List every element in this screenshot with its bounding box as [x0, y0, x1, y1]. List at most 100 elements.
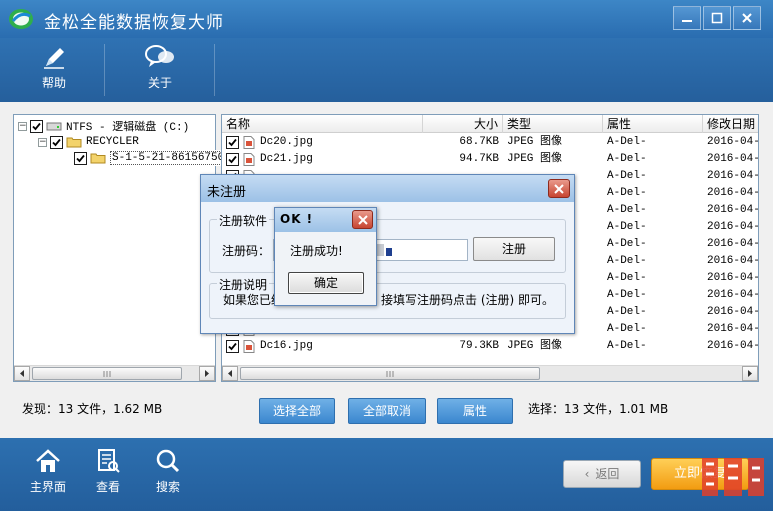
help-pen-icon — [44, 48, 64, 69]
cell-name: Dc20.jpg — [260, 136, 313, 148]
title-bar: 金松全能数据恢复大师 — [0, 0, 773, 38]
dialog-close-button[interactable] — [548, 179, 570, 198]
checkmark-icon — [52, 138, 61, 146]
list-hscrollbar[interactable] — [222, 365, 758, 381]
scroll-thumb[interactable] — [240, 367, 540, 380]
search-nav-button[interactable]: 搜索 — [142, 448, 194, 495]
checkbox[interactable] — [74, 151, 87, 165]
cell-date: 2016-04-1 — [707, 340, 758, 352]
tree-node-sid-folder[interactable]: S-1-5-21-86156750 — [74, 150, 227, 166]
home-label: 主界面 — [29, 480, 66, 494]
tree-expander[interactable]: − — [18, 121, 27, 131]
column-header-name[interactable]: 名称 — [222, 115, 423, 133]
cell-date: 2016-04-1 — [707, 136, 758, 148]
checkmark-icon — [228, 342, 237, 351]
input-redaction — [376, 244, 384, 256]
cell-attr: A-Del- — [607, 289, 647, 301]
view-nav-button[interactable]: 查看 — [82, 448, 134, 495]
column-header-size[interactable]: 大小 — [423, 115, 503, 133]
cell-date: 2016-04-1 — [707, 255, 758, 267]
tree-label: NTFS - 逻辑磁盘 (C:) — [66, 122, 190, 134]
scroll-left-button[interactable] — [14, 366, 30, 381]
cell-attr: A-Del- — [607, 170, 647, 182]
help-button[interactable]: 帮助 — [20, 44, 88, 98]
scroll-thumb[interactable] — [32, 367, 182, 380]
search-label: 搜索 — [155, 480, 180, 494]
cell-attr: A-Del- — [607, 187, 647, 199]
cell-type: JPEG 图像 — [507, 136, 563, 148]
drive-icon — [46, 122, 62, 131]
table-row[interactable]: Dc16.jpg 79.3KB JPEG 图像 A-Del- 2016-04-1 — [222, 338, 758, 355]
maximize-button[interactable] — [703, 6, 731, 30]
arrow-right-icon — [748, 370, 752, 377]
list-header: 名称 大小 类型 属性 修改日期 — [222, 115, 758, 133]
cell-date: 2016-04-1 — [707, 289, 758, 301]
register-button[interactable]: 注册 — [473, 237, 555, 261]
messagebox-titlebar: OK ! — [275, 208, 376, 232]
folder-icon — [66, 137, 82, 148]
tree-expander[interactable]: − — [38, 137, 47, 147]
checkmark-icon — [76, 154, 85, 162]
grip-icon — [386, 370, 394, 377]
row-checkbox[interactable] — [226, 136, 239, 149]
messagebox-close-button[interactable] — [352, 210, 373, 229]
grip-icon — [103, 370, 111, 377]
cell-attr: A-Del- — [607, 272, 647, 284]
column-header-type[interactable]: 类型 — [503, 115, 603, 133]
group-label: 注册软件 — [217, 212, 270, 229]
help-text-right: 接填写注册码点击 (注册) 即可。 — [381, 293, 554, 307]
app-logo-icon — [9, 9, 33, 29]
minimize-button[interactable] — [673, 6, 701, 30]
confirm-button[interactable]: 确定 — [288, 272, 364, 294]
select-all-button[interactable]: 选择全部 — [259, 398, 335, 424]
cell-date: 2016-04-1 — [707, 204, 758, 216]
tree-label: S-1-5-21-86156750 — [110, 151, 227, 165]
cell-attr: A-Del- — [607, 221, 647, 233]
maximize-icon — [711, 12, 723, 24]
close-button[interactable] — [733, 6, 761, 30]
scroll-left-button[interactable] — [222, 366, 238, 381]
checkbox[interactable] — [30, 119, 43, 133]
home-nav-button[interactable]: 主界面 — [22, 448, 74, 495]
folder-tree: − NTFS - 逻辑磁盘 (C:) − RECYCLER S-1-5-21-8… — [13, 114, 227, 382]
cell-attr: A-Del- — [607, 153, 647, 165]
cell-size: 94.7KB — [459, 153, 499, 165]
table-row[interactable]: Dc21.jpg 94.7KB JPEG 图像 A-Del- 2016-04-1 — [222, 151, 758, 168]
row-checkbox[interactable] — [226, 153, 239, 166]
scroll-right-button[interactable] — [742, 366, 758, 381]
tree-node-drive[interactable]: − NTFS - 逻辑磁盘 (C:) — [18, 118, 189, 134]
cell-type: JPEG 图像 — [507, 153, 563, 165]
folder-icon — [90, 153, 106, 164]
chevron-left-icon: ‹ — [584, 467, 590, 481]
column-header-date[interactable]: 修改日期 — [703, 115, 758, 133]
column-header-attr[interactable]: 属性 — [603, 115, 703, 133]
deselect-all-button[interactable]: 全部取消 — [348, 398, 426, 424]
input-caret-block — [386, 248, 392, 256]
register-dialog: 未注册 注册软件 注册码： 注册 注册说明 如果您已经 接填写注册码点击 (注册… — [200, 174, 575, 334]
table-row[interactable]: Dc20.jpg 68.7KB JPEG 图像 A-Del- 2016-04-1 — [222, 134, 758, 151]
about-button[interactable]: 关于 — [126, 44, 194, 98]
close-icon — [554, 183, 564, 194]
cell-attr: A-Del- — [607, 238, 647, 250]
cell-attr: A-Del- — [607, 136, 647, 148]
tree-node-recycler[interactable]: − RECYCLER — [38, 134, 139, 150]
home-icon — [36, 449, 60, 472]
checkmark-icon — [228, 138, 237, 147]
about-label: 关于 — [147, 76, 172, 90]
scroll-right-button[interactable] — [199, 366, 215, 381]
cell-date: 2016-04-1 — [707, 187, 758, 199]
back-button[interactable]: ‹ 返回 — [563, 460, 641, 488]
cell-date: 2016-04-1 — [707, 306, 758, 318]
properties-button[interactable]: 属性 — [437, 398, 513, 424]
checkmark-icon — [32, 122, 41, 130]
tree-hscrollbar[interactable] — [14, 365, 215, 381]
messagebox-title: OK ! — [280, 212, 314, 226]
cell-date: 2016-04-1 — [707, 323, 758, 335]
cell-date: 2016-04-1 — [707, 272, 758, 284]
search-icon — [156, 449, 180, 473]
cell-name: Dc16.jpg — [260, 340, 313, 352]
row-checkbox[interactable] — [226, 340, 239, 353]
checkbox[interactable] — [50, 135, 63, 149]
about-chat-icon — [145, 45, 174, 67]
cell-date: 2016-04-1 — [707, 153, 758, 165]
